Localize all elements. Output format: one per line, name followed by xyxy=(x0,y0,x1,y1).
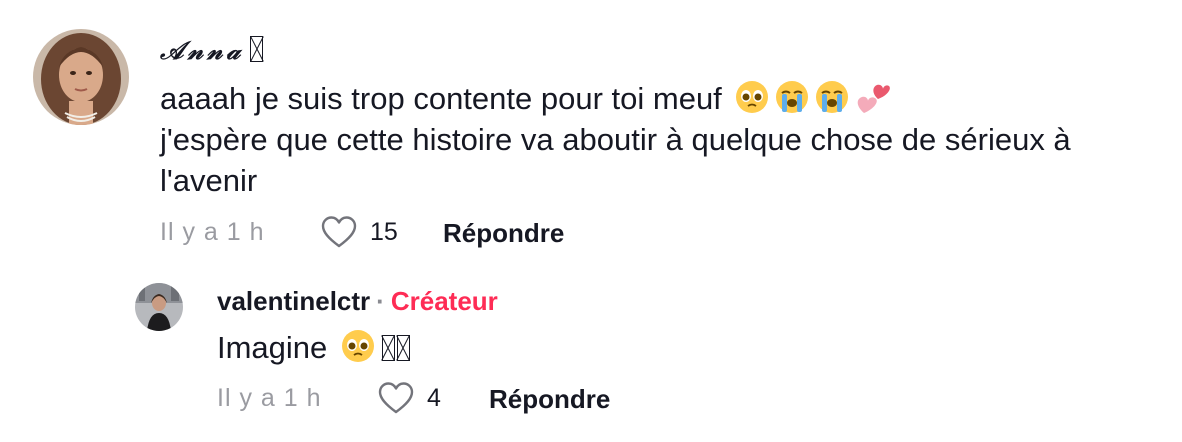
separator-dot: · xyxy=(376,286,385,316)
timestamp: Il y a 1 h xyxy=(217,384,322,412)
pleading-face-icon xyxy=(340,328,376,364)
heart-outline-icon[interactable] xyxy=(377,381,415,415)
reply-button[interactable]: Répondre xyxy=(489,384,610,415)
avatar[interactable] xyxy=(135,283,183,331)
unsupported-glyph-icon xyxy=(381,335,395,361)
reply-header: valentinelctr · Créateur xyxy=(217,286,498,317)
reply-username[interactable]: valentinelctr xyxy=(217,286,370,316)
reply-text: Imagine xyxy=(217,328,410,368)
reply-text-content: Imagine xyxy=(217,330,328,365)
like-count: 4 xyxy=(427,383,441,412)
creator-badge: Créateur xyxy=(390,286,498,316)
reply-item: valentinelctr · Créateur Imagine Il y a 1 … xyxy=(0,0,1182,442)
unsupported-glyph-icon xyxy=(396,335,410,361)
reply-meta: Il y a 1 h 4 Répondre xyxy=(217,380,817,420)
like-button[interactable]: 4 xyxy=(377,380,441,416)
